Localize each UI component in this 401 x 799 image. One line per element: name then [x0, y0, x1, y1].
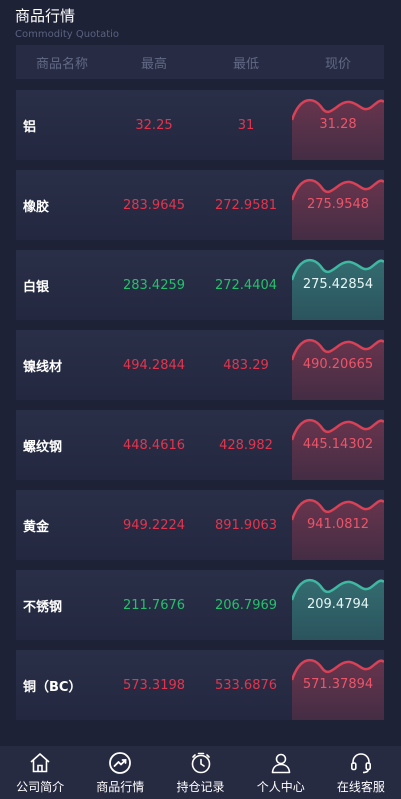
tab-label: 持仓记录 — [176, 780, 225, 794]
table-row[interactable]: 铝 32.25 31 31.28 — [16, 90, 384, 160]
low-price: 891.9063 — [214, 517, 278, 533]
low-price: 533.6876 — [214, 677, 278, 693]
current-price: 571.37894 — [302, 677, 374, 692]
high-price: 949.2224 — [122, 517, 186, 533]
high-price: 448.4616 — [122, 437, 186, 453]
low-price: 272.9581 — [214, 197, 278, 213]
tab-label: 商品行情 — [96, 780, 145, 794]
home-icon — [30, 753, 50, 773]
tab-market-quotes[interactable]: 商品行情 — [80, 746, 160, 799]
current-price-cell: 571.37894 — [292, 650, 384, 720]
trend-icon — [109, 752, 132, 774]
commodity-name: 镍线材 — [23, 359, 63, 375]
current-price-cell: 490.20665 — [292, 330, 384, 400]
low-price: 428.982 — [219, 437, 273, 453]
quote-list: 铝 32.25 31 31.28 橡胶 283.9645 272.9581 275.9548 白… — [16, 90, 384, 730]
current-price: 490.20665 — [302, 357, 374, 372]
table-row[interactable]: 螺纹钢 448.4616 428.982 445.14302 — [16, 410, 384, 480]
page-title: 商品行情 — [15, 7, 76, 25]
low-price: 206.7969 — [214, 597, 278, 613]
table-row[interactable]: 铜（BC） 573.3198 533.6876 571.37894 — [16, 650, 384, 720]
column-header-high: 最高 — [140, 56, 167, 72]
column-header-current: 现价 — [324, 56, 351, 72]
tab-personal-center[interactable]: 个人中心 — [241, 746, 321, 799]
timer-icon — [191, 752, 210, 774]
current-price-cell: 209.4794 — [292, 570, 384, 640]
low-price: 31 — [237, 117, 255, 133]
tab-label: 在线客服 — [336, 780, 385, 794]
table-row[interactable]: 不锈钢 211.7676 206.7969 209.4794 — [16, 570, 384, 640]
commodity-name: 白银 — [23, 279, 50, 295]
current-price: 445.14302 — [302, 437, 374, 452]
current-price: 275.9548 — [306, 197, 370, 212]
current-price: 209.4794 — [306, 597, 370, 612]
table-header: 商品名称 最高 最低 现价 — [16, 45, 384, 79]
current-price: 275.42854 — [302, 277, 374, 292]
current-price-cell: 941.0812 — [292, 490, 384, 560]
table-row[interactable]: 镍线材 494.2844 483.29 490.20665 — [16, 330, 384, 400]
tab-label: 个人中心 — [256, 780, 305, 794]
high-price: 211.7676 — [122, 597, 186, 613]
commodity-name: 铜（BC） — [23, 679, 82, 695]
current-price-cell: 31.28 — [292, 90, 384, 160]
current-price-cell: 445.14302 — [292, 410, 384, 480]
page-subtitle: Commodity Quotatio — [15, 29, 120, 40]
tab-label: 公司简介 — [16, 780, 65, 794]
person-icon — [271, 753, 291, 774]
tab-online-service[interactable]: 在线客服 — [321, 746, 401, 799]
commodity-name: 橡胶 — [23, 199, 50, 215]
column-header-name: 商品名称 — [35, 56, 88, 72]
high-price: 283.4259 — [122, 277, 186, 293]
commodity-name: 铝 — [23, 119, 37, 135]
high-price: 494.2844 — [122, 357, 186, 373]
tab-company-intro[interactable]: 公司简介 — [0, 746, 80, 799]
low-price: 272.4404 — [214, 277, 278, 293]
headset-icon — [350, 753, 371, 774]
current-price-cell: 275.42854 — [292, 250, 384, 320]
page-header: 商品行情 Commodity Quotatio — [15, 6, 119, 42]
tab-position-records[interactable]: 持仓记录 — [160, 746, 240, 799]
current-price: 31.28 — [319, 117, 357, 132]
commodity-name: 黄金 — [23, 519, 50, 535]
current-price-cell: 275.9548 — [292, 170, 384, 240]
high-price: 573.3198 — [122, 677, 186, 693]
high-price: 32.25 — [135, 117, 173, 133]
high-price: 283.9645 — [122, 197, 186, 213]
table-row[interactable]: 橡胶 283.9645 272.9581 275.9548 — [16, 170, 384, 240]
column-header-low: 最低 — [232, 56, 259, 72]
commodity-name: 不锈钢 — [23, 599, 63, 615]
bottom-tab-bar: 公司简介 商品行情 持仓记录 个人中心 在线客服 — [0, 746, 401, 799]
commodity-name: 螺纹钢 — [23, 439, 63, 455]
table-row[interactable]: 白银 283.4259 272.4404 275.42854 — [16, 250, 384, 320]
table-row[interactable]: 黄金 949.2224 891.9063 941.0812 — [16, 490, 384, 560]
current-price: 941.0812 — [306, 517, 370, 532]
low-price: 483.29 — [223, 357, 269, 373]
